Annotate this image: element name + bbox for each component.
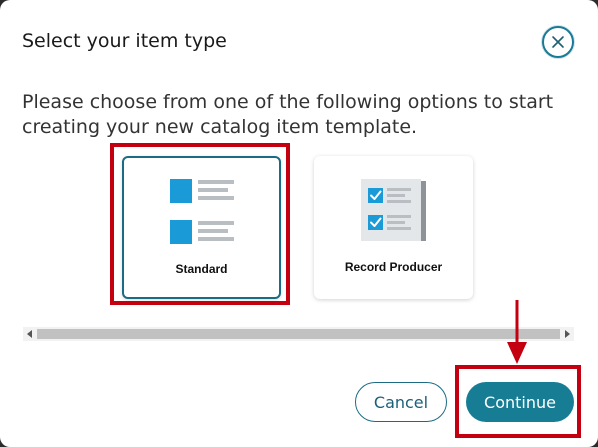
scroll-left-arrow-icon <box>27 330 32 338</box>
scroll-thumb[interactable] <box>37 329 560 339</box>
scroll-right-arrow-icon <box>565 330 570 338</box>
continue-button[interactable]: Continue <box>466 382 574 422</box>
checklist-form-icon <box>361 179 426 241</box>
cancel-button[interactable]: Cancel <box>355 382 447 422</box>
scroll-left-button[interactable] <box>23 327 37 341</box>
option-label-record-producer: Record Producer <box>344 260 443 274</box>
scroll-right-button[interactable] <box>560 327 574 341</box>
horizontal-scrollbar[interactable] <box>23 327 574 341</box>
standard-layout-icon <box>170 179 234 244</box>
close-icon <box>552 36 564 48</box>
select-item-type-dialog: Select your item type Please choose from… <box>0 0 598 447</box>
option-card-standard[interactable]: Standard <box>122 156 281 299</box>
option-card-record-producer[interactable]: Record Producer <box>314 156 473 299</box>
option-label-standard: Standard <box>175 262 228 276</box>
dialog-title: Select your item type <box>22 30 227 52</box>
close-button[interactable] <box>542 26 574 58</box>
instructions-text: Please choose from one of the following … <box>22 91 554 138</box>
